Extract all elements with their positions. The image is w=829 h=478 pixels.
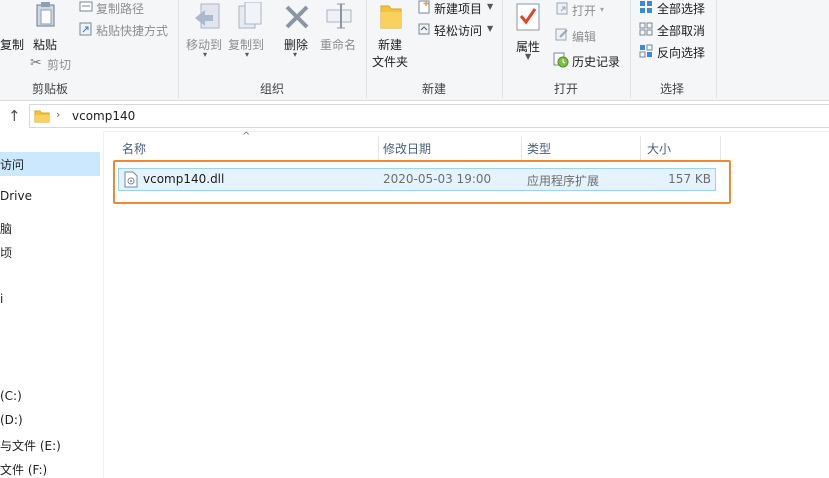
up-arrow-icon[interactable]: ↑: [8, 107, 21, 125]
group-divider: [630, 0, 631, 98]
rename-button[interactable]: 重命名: [320, 36, 356, 53]
chevron-down-icon: ▼: [487, 2, 494, 11]
nav-item-drive-c[interactable]: (C:): [0, 389, 22, 403]
open-icon: [555, 1, 569, 18]
nav-item-folder[interactable]: i: [0, 292, 3, 306]
select-all-button[interactable]: 全部选择: [657, 0, 705, 17]
new-folder-line1[interactable]: 新建: [378, 36, 402, 53]
properties-icon: [515, 2, 541, 35]
nav-item-quick-access[interactable]: 访问: [0, 156, 24, 173]
chevron-down-icon: ▼: [487, 24, 494, 33]
copy-path-button[interactable]: 复制路径: [96, 0, 144, 17]
column-header-type[interactable]: 类型: [527, 140, 551, 157]
open-group-label: 打开: [553, 82, 578, 96]
easy-access-icon: [417, 22, 431, 39]
column-divider[interactable]: [378, 136, 379, 160]
easy-access-button[interactable]: 轻松访问: [434, 22, 482, 39]
nav-item-drive-d[interactable]: (D:): [0, 413, 23, 427]
folder-icon: [34, 108, 50, 127]
scissors-icon: ✂: [30, 55, 42, 71]
select-group-label: 选择: [659, 82, 684, 96]
group-divider: [716, 0, 717, 98]
highlight-box: [113, 160, 731, 204]
history-button[interactable]: 历史记录: [572, 53, 620, 70]
chevron-down-icon: ▾: [293, 50, 298, 59]
select-none-button[interactable]: 全部取消: [657, 22, 705, 39]
group-divider: [178, 0, 179, 98]
chevron-down-icon: ▼: [525, 52, 532, 61]
invert-selection-button[interactable]: 反向选择: [657, 44, 705, 61]
column-header-size[interactable]: 大小: [647, 140, 671, 157]
chevron-down-icon: ▾: [600, 5, 605, 14]
edit-button[interactable]: 编辑: [572, 28, 596, 45]
new-folder-line2[interactable]: 文件夹: [372, 53, 408, 70]
address-bar-row: ↑ › vcomp140: [0, 101, 829, 132]
delete-icon: [284, 4, 310, 33]
nav-item-drive-f[interactable]: 文件 (F:): [0, 461, 47, 478]
address-box[interactable]: › vcomp140: [29, 104, 829, 128]
column-header-name[interactable]: 名称: [122, 140, 146, 157]
chevron-down-icon: ▾: [203, 50, 208, 59]
column-header-modified[interactable]: 修改日期: [383, 140, 431, 157]
paste-shortcut-button[interactable]: 粘贴快捷方式: [96, 22, 168, 39]
copy-to-icon: [235, 1, 263, 35]
paste-shortcut-icon: [79, 22, 93, 39]
column-divider[interactable]: [640, 136, 641, 160]
nav-item-folder[interactable]: 顷: [0, 244, 12, 261]
open-button[interactable]: 打开: [572, 2, 596, 19]
invert-selection-icon: [639, 44, 653, 61]
edit-icon: [555, 27, 569, 44]
paste-icon: [36, 2, 56, 28]
new-folder-icon: [378, 2, 404, 33]
group-divider: [366, 0, 367, 98]
paste-button[interactable]: 粘贴: [33, 36, 57, 53]
nav-item-drive-e[interactable]: 与文件 (E:): [0, 437, 61, 454]
history-icon: [553, 52, 569, 71]
navigation-pane: 访问 Drive 脑 顷 i (C:) (D:) 与文件 (E:) 文件 (F:…: [0, 131, 104, 478]
copy-button[interactable]: 复制: [0, 36, 24, 53]
copy-path-icon: [79, 1, 93, 16]
organize-group-label: 组织: [259, 82, 284, 96]
group-divider: [502, 0, 503, 98]
rename-icon: [325, 2, 355, 33]
chevron-right-icon[interactable]: ›: [56, 108, 60, 121]
select-none-icon: [639, 22, 653, 39]
sort-ascending-icon: ^: [242, 131, 251, 142]
breadcrumb-item[interactable]: vcomp140: [72, 109, 135, 123]
chevron-down-icon: ▾: [245, 50, 250, 59]
new-item-button[interactable]: 新建项目: [434, 0, 482, 17]
column-divider[interactable]: [521, 136, 522, 160]
move-to-icon: [193, 2, 221, 35]
cut-button[interactable]: 剪切: [47, 56, 71, 73]
column-divider[interactable]: [720, 136, 721, 160]
select-all-icon: [639, 0, 653, 17]
nav-item-onedrive[interactable]: Drive: [0, 189, 32, 203]
clipboard-group-label: 剪贴板: [31, 82, 68, 96]
new-item-icon: [417, 0, 431, 17]
ribbon: 复制 粘贴 复制路径 粘贴快捷方式 ✂ 剪切 剪贴板 移动到 ▾ 复制到 ▾ 删…: [0, 0, 829, 101]
new-group-label: 新建: [421, 82, 446, 96]
nav-item-this-pc[interactable]: 脑: [0, 220, 12, 237]
